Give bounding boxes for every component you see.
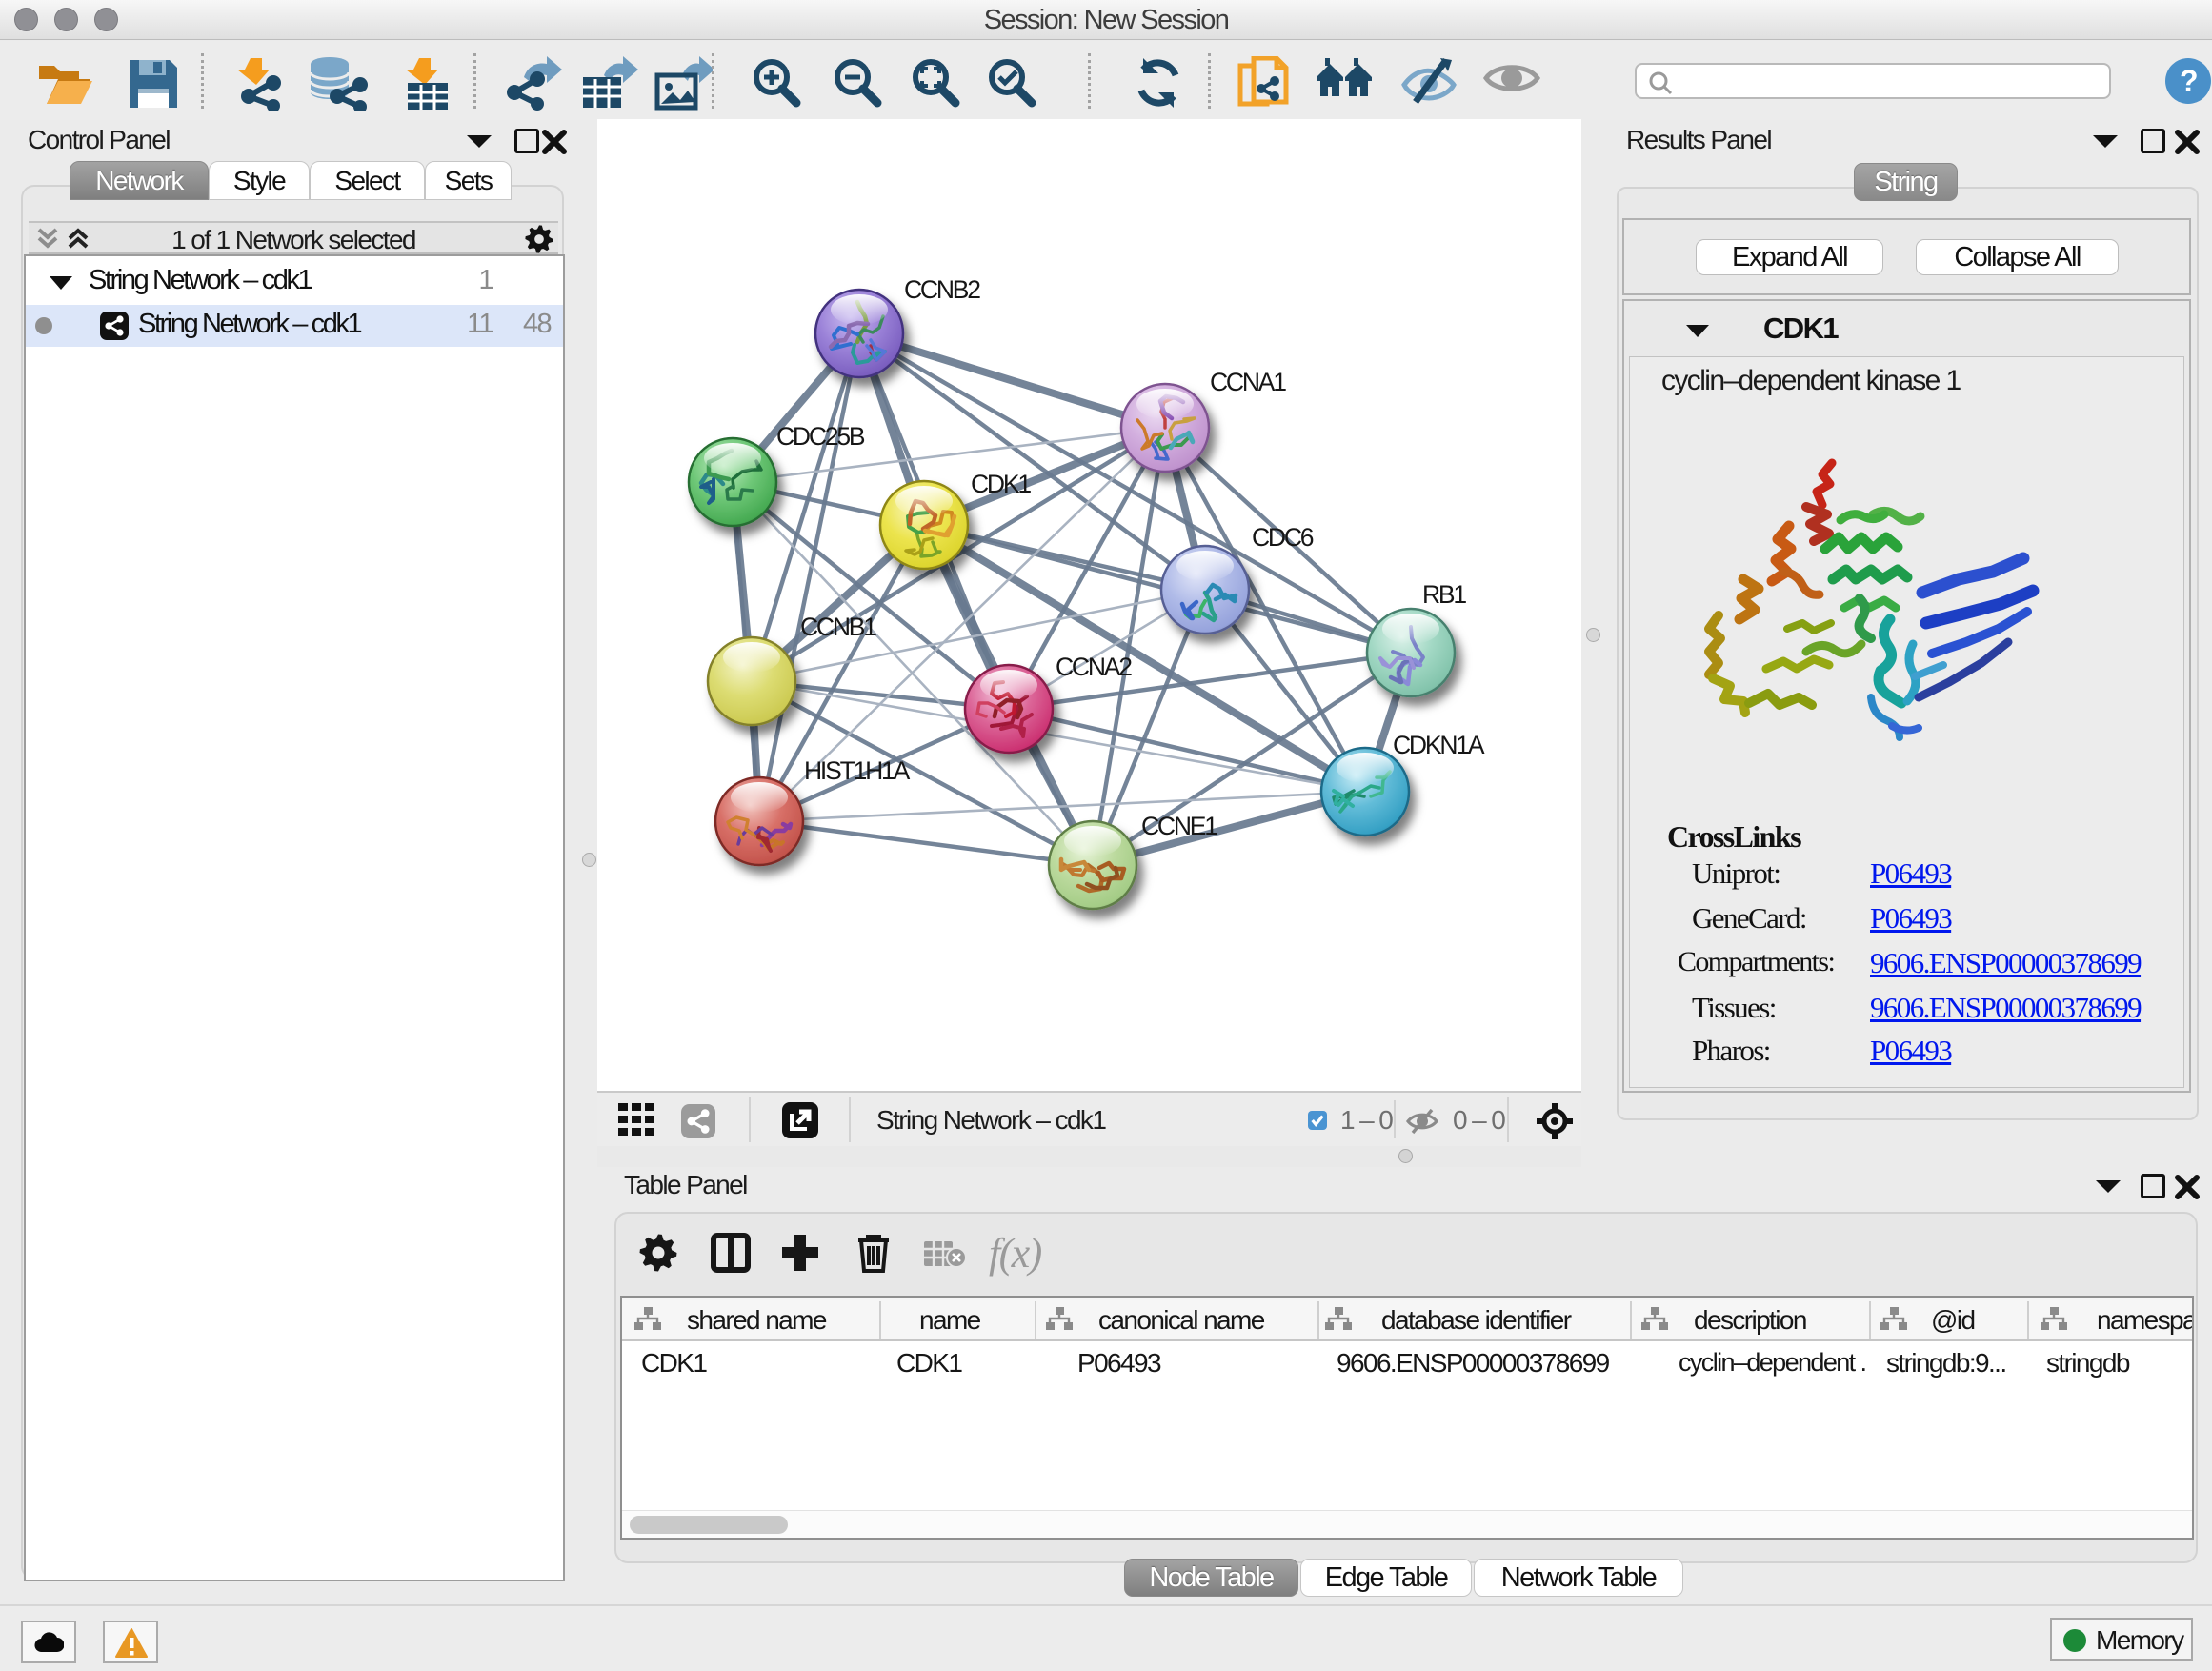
svg-text:HIST1H1A: HIST1H1A [804,756,911,785]
svg-text:?: ? [2180,64,2197,98]
svg-text:CDC25B: CDC25B [776,422,865,451]
svg-text:RB1: RB1 [1422,580,1466,609]
svg-text:CDC6: CDC6 [1252,523,1314,552]
svg-text:CCNB2: CCNB2 [904,275,980,304]
svg-text:CCNE1: CCNE1 [1141,812,1217,840]
svg-text:CCNA1: CCNA1 [1210,368,1286,396]
svg-text:CCNB1: CCNB1 [800,613,876,641]
svg-text:CCNA2: CCNA2 [1056,653,1132,681]
svg-text:CDK1: CDK1 [971,470,1031,498]
svg-text:CDKN1A: CDKN1A [1393,731,1485,759]
